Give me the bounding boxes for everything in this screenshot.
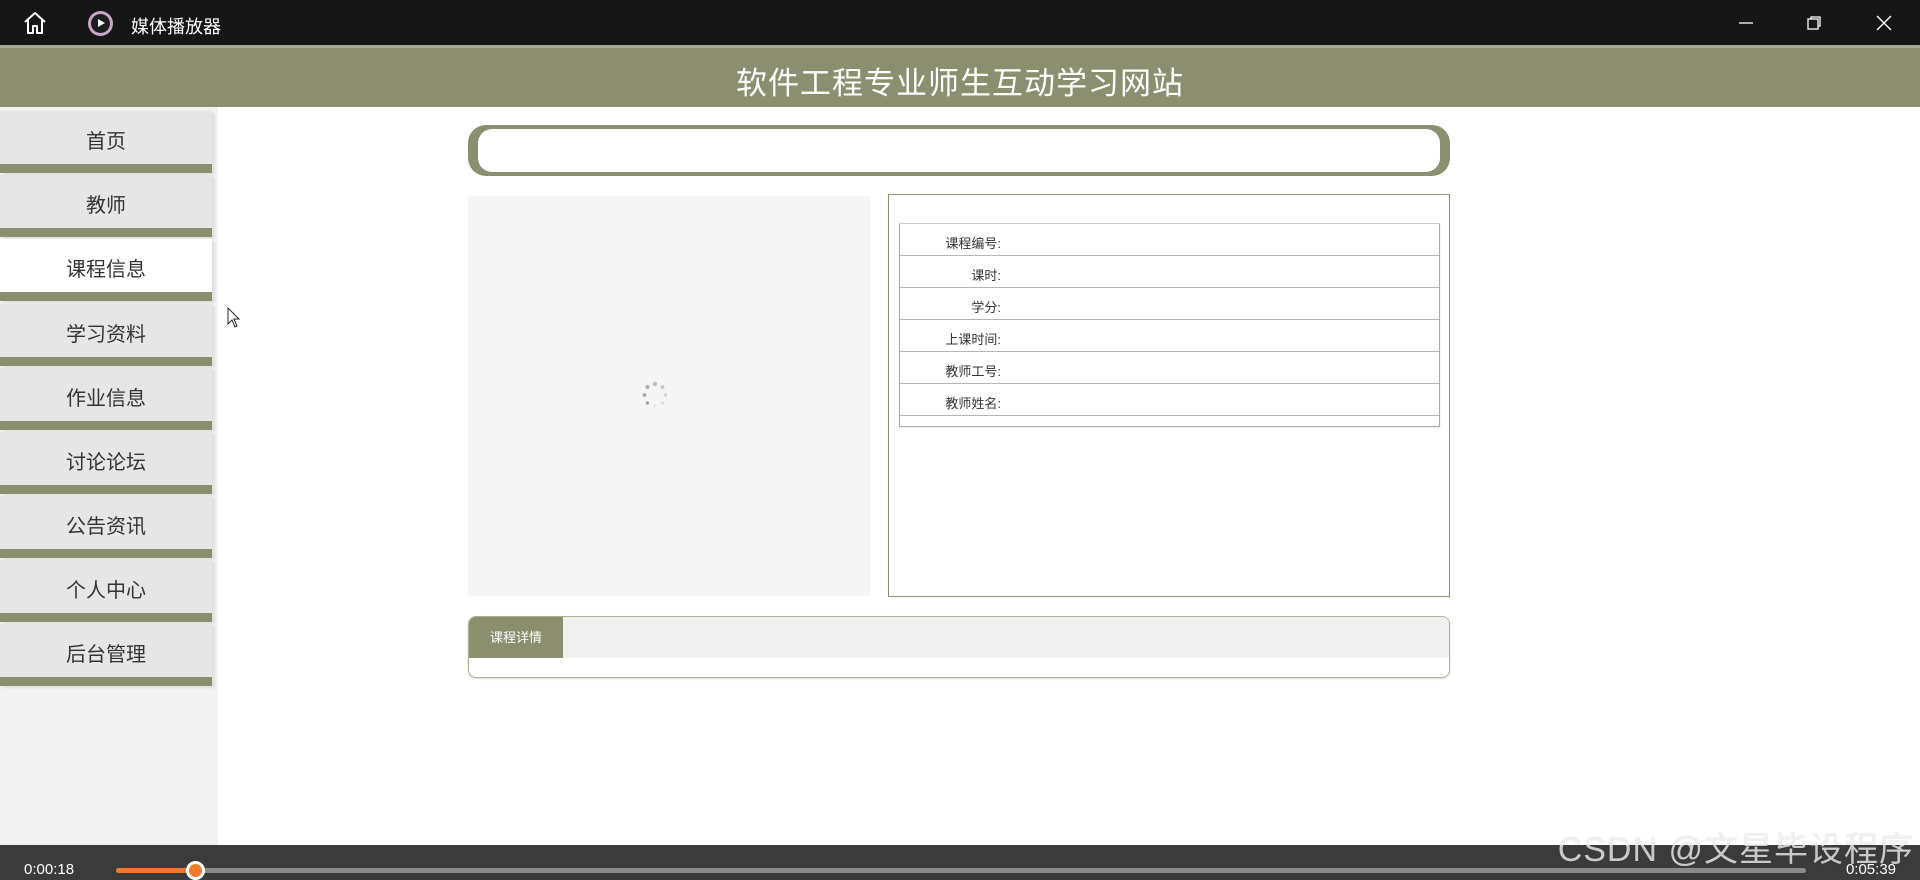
sidebar-item-home[interactable]: 首页 [0, 111, 212, 173]
home-icon[interactable] [22, 11, 48, 35]
minimize-icon [1739, 21, 1753, 24]
seek-thumb[interactable] [186, 861, 206, 880]
close-icon [1876, 15, 1892, 30]
minimize-button[interactable] [1712, 0, 1780, 45]
media-player-window: 媒体播放器 软件工程专业师生互动学习网站 首页 教师 课程信息 学习资料 作业信… [0, 0, 1920, 880]
course-details-section: 课程详情 [468, 616, 1450, 678]
current-time: 0:00:18 [24, 861, 75, 878]
sidebar-item-forum[interactable]: 讨论论坛 [0, 432, 212, 494]
sidebar-item-underline [0, 613, 212, 622]
sidebar-item-label: 讨论论坛 [66, 452, 146, 474]
info-row-teacher-id: 教师工号: [900, 352, 1439, 384]
title-bar: 媒体播放器 [0, 0, 1920, 45]
sidebar-item-underline [0, 485, 212, 494]
info-key: 教师姓名: [945, 396, 1001, 411]
info-row-hours: 课时: [900, 256, 1439, 288]
sidebar-item-label: 学习资料 [66, 324, 146, 346]
sidebar-item-label: 后台管理 [66, 644, 146, 666]
sidebar-item-underline [0, 677, 212, 686]
site-header: 软件工程专业师生互动学习网站 [0, 45, 1920, 107]
restore-button[interactable] [1780, 0, 1848, 45]
info-key: 课时: [971, 268, 1001, 283]
sidebar-item-underline [0, 164, 212, 173]
info-row-teacher-name: 教师姓名: [900, 384, 1439, 416]
info-row-course-id: 课程编号: [900, 224, 1439, 256]
close-button[interactable] [1850, 0, 1918, 45]
details-tab-bar: 课程详情 [469, 617, 1449, 658]
info-row-credits: 学分: [900, 288, 1439, 320]
sidebar-item-label: 教师 [86, 195, 126, 217]
sidebar-item-underline [0, 421, 212, 430]
tab-course-details[interactable]: 课程详情 [469, 617, 563, 658]
sidebar-item-label: 首页 [86, 131, 126, 153]
course-info-panel: 课程编号: 课时: 学分: 上课时间: 教师工号: 教师姓名: [888, 194, 1450, 597]
info-key: 课程编号: [945, 236, 1001, 251]
sidebar-item-underline [0, 357, 212, 366]
media-player-icon [88, 11, 113, 36]
sidebar-item-label: 作业信息 [66, 388, 146, 410]
info-row-class-time: 上课时间: [900, 320, 1439, 352]
sidebar-item-course-info[interactable]: 课程信息 [0, 239, 212, 301]
course-info-table: 课程编号: 课时: 学分: 上课时间: 教师工号: 教师姓名: [899, 223, 1440, 427]
restore-icon [1807, 15, 1821, 30]
sidebar-item-materials[interactable]: 学习资料 [0, 304, 212, 366]
sidebar-item-homework[interactable]: 作业信息 [0, 368, 212, 430]
sidebar: 首页 教师 课程信息 学习资料 作业信息 讨论论坛 公告资讯 个人中心 后台管理 [0, 107, 218, 845]
sidebar-item-label: 个人中心 [66, 580, 146, 602]
app-title: 媒体播放器 [131, 17, 221, 37]
info-key: 上课时间: [945, 332, 1001, 347]
sidebar-item-teacher[interactable]: 教师 [0, 175, 212, 237]
search-input[interactable] [478, 129, 1440, 172]
seek-bar[interactable] [116, 861, 1806, 880]
info-key: 教师工号: [945, 364, 1001, 379]
info-key: 学分: [971, 300, 1001, 315]
sidebar-item-announcements[interactable]: 公告资讯 [0, 496, 212, 558]
info-table-footer [900, 416, 1439, 426]
seek-progress [116, 868, 196, 873]
search-bar [468, 125, 1450, 176]
loading-spinner-icon [642, 381, 668, 408]
sidebar-item-underline [0, 549, 212, 558]
site-title: 软件工程专业师生互动学习网站 [736, 66, 1184, 101]
sidebar-item-label: 课程信息 [66, 259, 146, 281]
sidebar-item-label: 公告资讯 [66, 516, 146, 538]
mouse-cursor-icon [227, 307, 241, 328]
sidebar-item-admin[interactable]: 后台管理 [0, 624, 212, 686]
watermark: CSDN @文星毕设程序 [1557, 831, 1914, 869]
sidebar-item-underline [0, 292, 212, 301]
sidebar-item-profile[interactable]: 个人中心 [0, 560, 212, 622]
sidebar-item-underline [0, 228, 212, 237]
